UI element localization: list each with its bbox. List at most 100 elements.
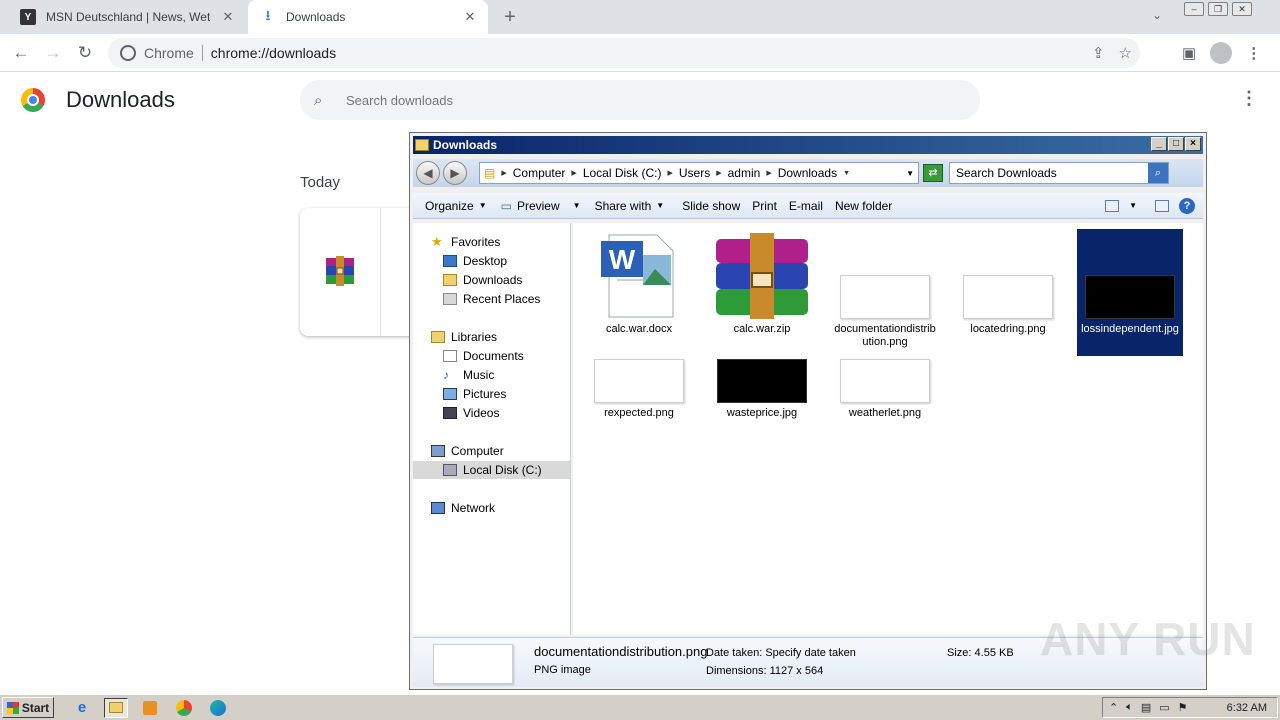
close-icon[interactable]: ✕	[462, 9, 478, 25]
start-button[interactable]: Start	[2, 697, 54, 718]
file-item[interactable]: W calc.war.docx	[587, 233, 691, 336]
breadcrumb-admin[interactable]: admin	[728, 166, 761, 180]
chevron-down-icon[interactable]: ⌄	[1152, 8, 1162, 22]
svg-text:W: W	[609, 244, 636, 275]
maximize-button[interactable]: □	[1168, 137, 1184, 151]
site-label: Chrome	[144, 45, 194, 61]
search-icon[interactable]: ⌕	[1148, 163, 1168, 183]
nav-libraries[interactable]: Libraries	[431, 328, 497, 346]
share-with-button[interactable]: Share with ▼	[595, 199, 665, 213]
menu-icon[interactable]: ⋮	[1246, 44, 1261, 62]
chevron-down-icon[interactable]: ▼	[906, 169, 914, 178]
chrome-taskbar-icon[interactable]	[172, 698, 196, 718]
nav-downloads[interactable]: Downloads	[443, 271, 522, 289]
windows-logo-icon	[6, 701, 19, 714]
more-options-icon[interactable]: ⋮	[1240, 88, 1258, 109]
image-thumbnail	[717, 359, 807, 403]
nav-videos[interactable]: Videos	[443, 404, 499, 422]
search-input[interactable]	[346, 92, 946, 108]
reload-button[interactable]: ↻	[74, 42, 96, 64]
explorer-taskbar-icon[interactable]	[104, 697, 128, 718]
image-thumbnail	[840, 359, 930, 403]
address-bar[interactable]: ▤ ▶ Computer ▶ Local Disk (C:) ▶ Users ▶…	[479, 162, 919, 184]
bookmark-star-icon[interactable]: ☆	[1119, 44, 1132, 62]
divider	[201, 45, 203, 61]
downloads-search[interactable]: ⌕	[300, 80, 980, 120]
tab-downloads[interactable]: ⭳ Downloads ✕	[248, 0, 488, 34]
preview-button[interactable]: ▭ Preview ▼	[501, 199, 581, 213]
share-icon[interactable]: ⇪	[1092, 44, 1105, 62]
nav-music[interactable]: ♪ Music	[443, 366, 494, 384]
slide-show-button[interactable]: Slide show	[682, 199, 740, 213]
nav-local-disk[interactable]: Local Disk (C:)	[413, 461, 570, 479]
preview-pane-icon[interactable]	[1155, 199, 1169, 212]
network-icon	[431, 502, 445, 514]
file-item[interactable]: calc.war.zip	[710, 233, 814, 336]
print-button[interactable]: Print	[752, 199, 777, 213]
show-hidden-icon[interactable]: ⌃	[1109, 701, 1118, 714]
file-item[interactable]: rexpected.png	[587, 359, 691, 420]
tab-msn[interactable]: Y MSN Deutschland | News, Wetter, St ✕	[8, 0, 246, 34]
forward-button[interactable]: ▶	[443, 161, 467, 185]
edge-icon[interactable]	[206, 698, 230, 718]
clock: 6:32 AM	[1226, 701, 1267, 714]
breadcrumb-users[interactable]: Users	[679, 166, 710, 180]
omnibox[interactable]: Chrome chrome://downloads ⇪ ☆	[108, 38, 1140, 68]
search-input[interactable]: Search Downloads	[956, 166, 1057, 180]
file-item[interactable]: wasteprice.jpg	[710, 359, 814, 420]
restore-button[interactable]: ❐	[1208, 2, 1228, 16]
file-item-selected[interactable]: lossindependent.jpg	[1077, 229, 1183, 356]
nav-desktop[interactable]: Desktop	[443, 252, 507, 270]
system-tray: ⌃ 🔈︎ ▤ ▭ ⚑ 6:32 AM	[1102, 697, 1278, 718]
file-name: weatherlet.png	[848, 407, 922, 419]
chevron-down-icon[interactable]: ▼	[1129, 201, 1137, 210]
detail-size: Size: 4.55 KB	[947, 647, 1014, 659]
navigation-pane: ★ Favorites Desktop Downloads Recent Pla…	[413, 223, 571, 635]
nav-recent-places[interactable]: Recent Places	[443, 290, 540, 308]
detail-filetype: PNG image	[534, 664, 591, 676]
avatar[interactable]	[1210, 42, 1233, 64]
nav-computer[interactable]: Computer	[431, 442, 504, 460]
new-tab-button[interactable]: +	[500, 7, 520, 27]
breadcrumb-computer[interactable]: Computer	[513, 166, 566, 180]
media-player-icon[interactable]	[138, 698, 162, 718]
close-icon[interactable]: ✕	[220, 9, 236, 25]
file-name: locatedring.png	[970, 323, 1046, 335]
explorer-search[interactable]: Search Downloads ⌕	[949, 162, 1169, 184]
organize-button[interactable]: Organize ▼	[425, 199, 487, 213]
power-icon[interactable]: ▭	[1159, 701, 1169, 714]
internet-explorer-icon[interactable]: e	[70, 698, 94, 718]
close-button[interactable]: ×	[1185, 137, 1201, 151]
side-panel-icon[interactable]: ▣	[1182, 44, 1196, 62]
help-icon[interactable]: ?	[1179, 197, 1195, 214]
email-button[interactable]: E-mail	[789, 199, 823, 213]
refresh-button[interactable]: ⇄	[923, 164, 943, 182]
volume-icon[interactable]: 🔈︎	[1126, 701, 1133, 714]
back-button[interactable]: ←	[10, 42, 32, 64]
section-today: Today	[300, 174, 341, 191]
minimize-button[interactable]: –	[1184, 2, 1204, 16]
explorer-titlebar[interactable]: Downloads _ □ ×	[413, 136, 1203, 154]
flag-icon[interactable]: ⚑	[1178, 701, 1188, 714]
file-item[interactable]: locatedring.png	[956, 233, 1060, 336]
file-item[interactable]: weatherlet.png	[833, 359, 937, 420]
minimize-button[interactable]: _	[1151, 137, 1167, 151]
documents-icon	[443, 350, 457, 362]
change-view-icon[interactable]	[1105, 199, 1120, 212]
recent-places-icon	[443, 293, 457, 305]
nav-favorites[interactable]: ★ Favorites	[431, 233, 500, 251]
new-folder-button[interactable]: New folder	[835, 199, 892, 213]
forward-button[interactable]: →	[42, 42, 64, 64]
breadcrumb-local-disk[interactable]: Local Disk (C:)	[583, 166, 662, 180]
file-item[interactable]: documentationdistribution.png	[833, 233, 937, 349]
close-window-button[interactable]: ✕	[1232, 2, 1252, 16]
nav-network[interactable]: Network	[431, 499, 495, 517]
back-button[interactable]: ◀	[416, 161, 440, 185]
network-tray-icon[interactable]: ▤	[1141, 701, 1151, 714]
nav-documents[interactable]: Documents	[443, 347, 524, 365]
address-bar-row: ◀ ▶ ▤ ▶ Computer ▶ Local Disk (C:) ▶ Use…	[413, 159, 1203, 187]
breadcrumb-downloads[interactable]: Downloads	[778, 166, 837, 180]
browser-toolbar: ← → ↻ Chrome chrome://downloads ⇪ ☆ ▣ ⋮	[0, 34, 1280, 72]
chrome-logo-icon	[21, 88, 45, 112]
nav-pictures[interactable]: Pictures	[443, 385, 506, 403]
